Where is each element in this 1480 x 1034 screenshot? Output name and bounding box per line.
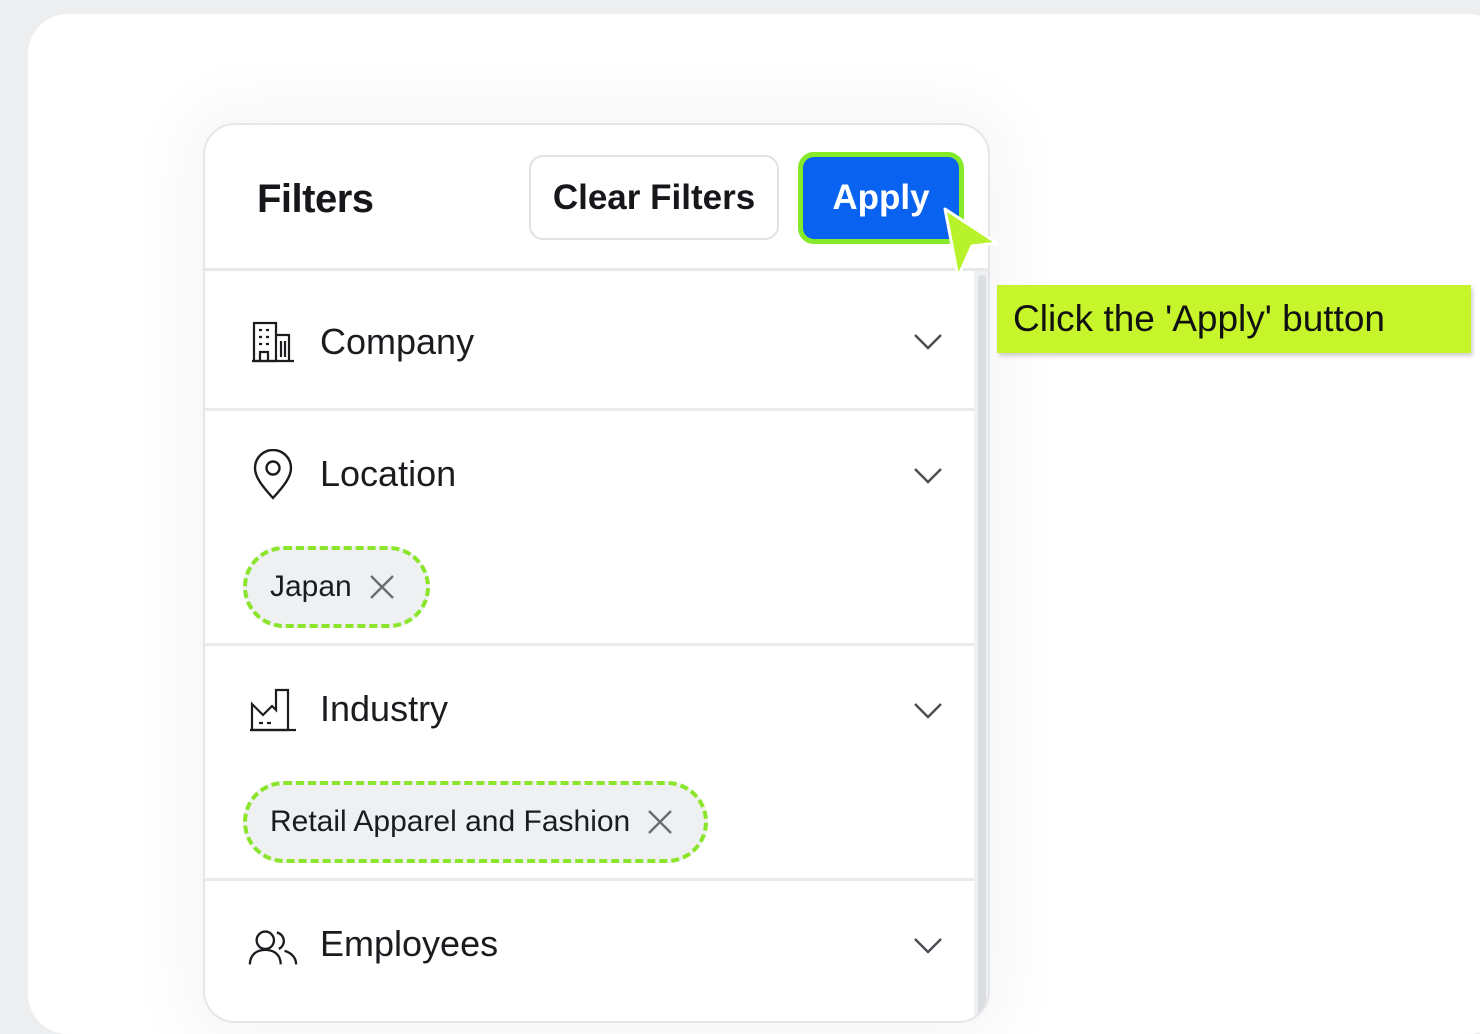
filters-title: Filters (257, 177, 374, 221)
chevron-down-icon[interactable] (911, 928, 945, 962)
chip-label: Retail Apparel and Fashion (270, 805, 631, 838)
filter-section-industry[interactable]: Industry Retail Apparel and Fashion (205, 646, 974, 881)
scrollbar[interactable] (974, 271, 988, 1021)
chip-label: Japan (270, 570, 352, 603)
filter-section-location[interactable]: Location Japan (205, 411, 974, 646)
instruction-tooltip: Click the 'Apply' button (997, 285, 1471, 353)
section-label: Industry (320, 688, 449, 729)
clear-filters-button[interactable]: Clear Filters (529, 155, 779, 240)
building-icon (247, 315, 299, 367)
filter-chip-japan[interactable]: Japan (243, 546, 430, 628)
close-icon[interactable] (646, 808, 674, 836)
filter-section-company[interactable]: Company (205, 271, 974, 411)
chevron-down-icon[interactable] (911, 324, 945, 358)
scrollbar-thumb[interactable] (978, 275, 986, 1021)
close-icon[interactable] (368, 573, 396, 601)
section-label: Location (320, 453, 457, 494)
chevron-down-icon[interactable] (911, 693, 945, 727)
filters-panel: Filters Clear Filters Apply Company Loca… (203, 123, 990, 1023)
section-label: Company (320, 321, 475, 362)
factory-icon (247, 684, 299, 736)
cursor-arrow-icon (943, 207, 999, 279)
filters-header: Filters Clear Filters Apply (205, 125, 988, 271)
chevron-down-icon[interactable] (911, 458, 945, 492)
section-label: Employees (320, 923, 499, 964)
map-pin-icon (247, 449, 299, 501)
filter-chip-retail-apparel[interactable]: Retail Apparel and Fashion (243, 781, 709, 863)
filter-section-employees[interactable]: Employees (205, 881, 974, 1021)
users-icon (247, 921, 299, 973)
tooltip-text: Click the 'Apply' button (1013, 298, 1385, 339)
